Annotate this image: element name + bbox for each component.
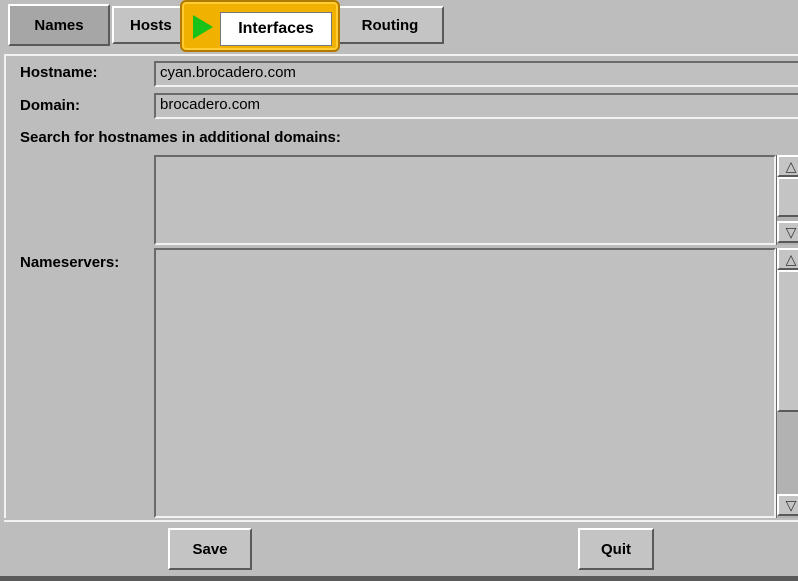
domain-label: Domain: bbox=[20, 97, 80, 114]
tab-interfaces-highlight[interactable]: Interfaces bbox=[180, 0, 340, 52]
nameservers-scrollbar[interactable]: △ ▽ bbox=[776, 248, 798, 518]
search-domains-list[interactable] bbox=[154, 155, 776, 245]
scroll-down-arrow-icon[interactable]: ▽ bbox=[777, 221, 798, 243]
scrollbar-thumb[interactable] bbox=[777, 270, 798, 412]
search-domains-scrollbar[interactable]: △ ▽ bbox=[776, 155, 798, 245]
button-bar: Save Quit bbox=[4, 520, 798, 576]
tab-interfaces[interactable]: Interfaces bbox=[220, 12, 332, 46]
tab-bar: Names Hosts Routing Interfaces bbox=[0, 0, 798, 52]
nameservers-list[interactable] bbox=[154, 248, 776, 518]
play-arrow-icon bbox=[193, 15, 213, 39]
search-domains-label: Search for hostnames in additional domai… bbox=[20, 129, 341, 146]
window-bottom-border bbox=[0, 576, 798, 581]
scroll-down-arrow-icon[interactable]: ▽ bbox=[777, 494, 798, 516]
nameservers-label: Nameservers: bbox=[20, 254, 120, 271]
hostname-label: Hostname: bbox=[20, 64, 98, 81]
save-button[interactable]: Save bbox=[168, 528, 252, 570]
tab-names[interactable]: Names bbox=[8, 4, 110, 46]
tab-routing[interactable]: Routing bbox=[336, 6, 444, 44]
names-panel: Hostname: cyan.brocadero.com Domain: bro… bbox=[4, 54, 798, 518]
scroll-up-arrow-icon[interactable]: △ bbox=[777, 155, 798, 177]
scroll-up-arrow-icon[interactable]: △ bbox=[777, 248, 798, 270]
quit-button[interactable]: Quit bbox=[578, 528, 654, 570]
hostname-field[interactable]: cyan.brocadero.com bbox=[154, 61, 798, 87]
domain-field[interactable]: brocadero.com bbox=[154, 93, 798, 119]
scrollbar-thumb[interactable] bbox=[777, 177, 798, 217]
tab-hosts[interactable]: Hosts bbox=[112, 6, 184, 44]
